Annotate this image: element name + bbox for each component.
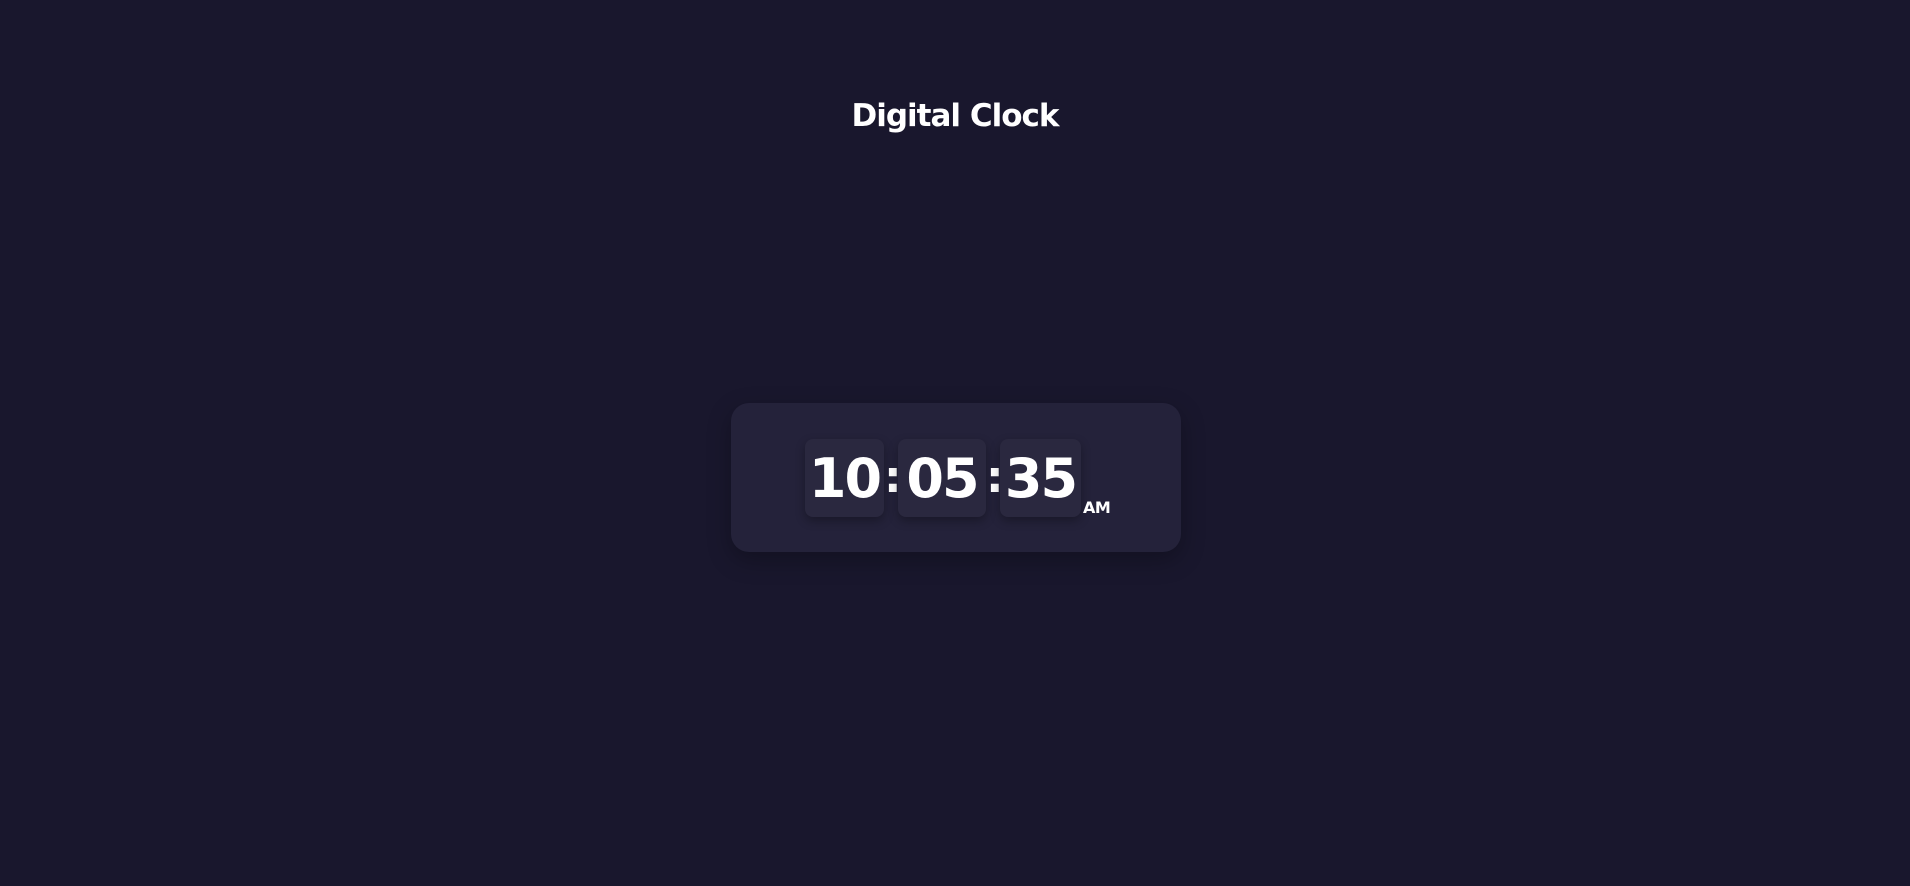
hours-minutes-separator: :	[884, 452, 902, 503]
minutes-display: 05	[898, 439, 986, 517]
clock-display: 10 : 05 : 35 AM	[805, 439, 1111, 517]
seconds-display: 35	[1000, 439, 1081, 517]
minutes-seconds-separator: :	[986, 452, 1004, 503]
period-indicator: AM	[1083, 498, 1111, 517]
hours-display: 10	[805, 439, 884, 517]
page-title: Digital Clock	[851, 98, 1060, 134]
clock-card: 10 : 05 : 35 AM	[731, 403, 1181, 552]
page: Digital Clock 10 : 05 : 35 AM	[0, 0, 1910, 886]
